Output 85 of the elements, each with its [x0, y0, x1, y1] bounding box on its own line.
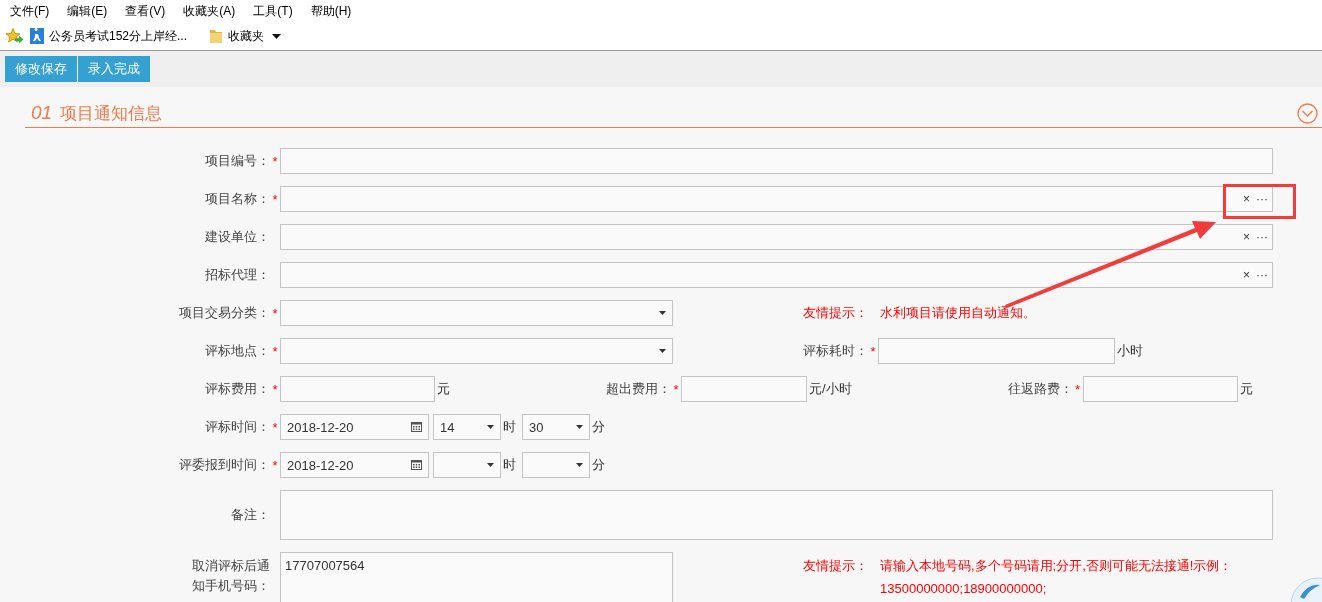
field-label: 评委报到时间： [179, 456, 270, 474]
tip-label: 友情提示： [803, 557, 868, 575]
field-label: 项目交易分类： [179, 304, 270, 322]
tip-label: 友情提示： [803, 304, 868, 322]
page-icon [30, 28, 44, 44]
hour-dropdown[interactable]: 14 [433, 414, 501, 440]
folder-icon [209, 28, 224, 44]
menu-item[interactable]: 收藏夹(A) [183, 2, 236, 20]
tip-text: 水利项目请使用自动通知。 [880, 304, 1036, 322]
required-mark: * [672, 381, 680, 397]
unit-label: 分 [591, 456, 606, 474]
dropdown-caret-icon [659, 349, 666, 353]
dropdown-caret-icon [576, 425, 583, 429]
calendar-icon [411, 460, 422, 470]
unit-label: 元 [1238, 380, 1254, 398]
menu-item[interactable]: 文件(F) [10, 2, 50, 20]
bookmark-link[interactable]: 公务员考试152分上岸经... [30, 27, 188, 45]
floating-widget-icon[interactable] [1290, 575, 1322, 602]
required-mark: * [271, 343, 279, 359]
menu-item[interactable]: 编辑(E) [67, 2, 108, 20]
date-field[interactable]: 2018-12-20 [280, 452, 429, 478]
tip-text: 请输入本地号码,多个号码请用;分开,否则可能无法接通!示例： [880, 557, 1233, 575]
section-number: 01 [31, 102, 53, 124]
required-mark: * [271, 419, 279, 435]
date-field[interactable]: 2018-12-20 [280, 414, 429, 440]
text-field[interactable] [280, 376, 435, 402]
dropdown-caret-icon [487, 463, 494, 467]
clear-button[interactable]: × [1243, 230, 1250, 244]
minute-dropdown[interactable] [522, 452, 590, 478]
field-label: 评标耗时： [803, 342, 868, 360]
text-field[interactable] [878, 338, 1115, 364]
dropdown-field[interactable] [280, 300, 673, 326]
more-button[interactable]: ··· [1256, 268, 1268, 282]
unit-label: 时 [502, 418, 517, 436]
dropdown-caret-icon [272, 33, 282, 39]
menu-item[interactable]: 帮助(H) [310, 2, 352, 20]
more-button[interactable]: ··· [1256, 192, 1268, 206]
text-field[interactable] [280, 148, 1273, 174]
menu-item[interactable]: 工具(T) [253, 2, 293, 20]
picker-field[interactable]: × ··· [280, 262, 1273, 288]
required-mark: * [869, 343, 877, 359]
required-mark: * [271, 153, 279, 169]
menu-item[interactable]: 查看(V) [125, 2, 166, 20]
picker-field[interactable]: × ··· [280, 186, 1273, 212]
field-label: 往返路费： [1007, 380, 1073, 398]
remarks-field[interactable] [280, 490, 1273, 540]
calendar-icon [411, 422, 422, 432]
minute-dropdown[interactable]: 30 [522, 414, 590, 440]
dropdown-caret-icon [659, 311, 666, 315]
field-label: 项目名称： [205, 190, 270, 208]
collapse-icon[interactable] [1297, 103, 1318, 124]
text-field[interactable] [681, 376, 807, 402]
required-mark: * [271, 457, 279, 473]
required-mark: * [271, 305, 279, 321]
field-label: 招标代理： [205, 266, 270, 284]
field-label: 建设单位： [205, 228, 270, 246]
clear-button[interactable]: × [1243, 268, 1250, 282]
field-label: 评标地点： [205, 342, 270, 360]
field-label: 项目编号： [205, 152, 270, 170]
tip-text: 13500000000;18900000000; [880, 581, 1048, 596]
unit-label: 元/小时 [808, 380, 853, 398]
dropdown-caret-icon [576, 463, 583, 467]
clear-button[interactable]: × [1243, 192, 1250, 206]
dropdown-field[interactable] [280, 338, 673, 364]
section-title: 项目通知信息 [60, 102, 163, 125]
field-label: 备注： [231, 506, 270, 524]
dropdown-caret-icon [487, 425, 494, 429]
required-mark: * [271, 191, 279, 207]
field-label: 评标时间： [205, 418, 270, 436]
picker-field[interactable]: × ··· [280, 224, 1273, 250]
favorites-folder[interactable]: 收藏夹 [209, 27, 282, 45]
unit-label: 时 [502, 456, 517, 474]
hour-dropdown[interactable] [433, 452, 501, 478]
unit-label: 元 [436, 380, 451, 398]
field-label: 取消评标后通知手机号码： [191, 557, 270, 595]
unit-label: 小时 [1116, 342, 1144, 360]
more-button[interactable]: ··· [1256, 230, 1268, 244]
add-favorite-icon[interactable] [6, 28, 24, 44]
unit-label: 分 [591, 418, 606, 436]
field-label: 评标费用： [205, 380, 270, 398]
field-label: 超出费用： [606, 380, 671, 398]
required-mark: * [1074, 381, 1082, 397]
required-mark: * [271, 381, 279, 397]
text-field[interactable] [1082, 376, 1238, 402]
phone-number-field[interactable]: 17707007564 [280, 552, 673, 602]
